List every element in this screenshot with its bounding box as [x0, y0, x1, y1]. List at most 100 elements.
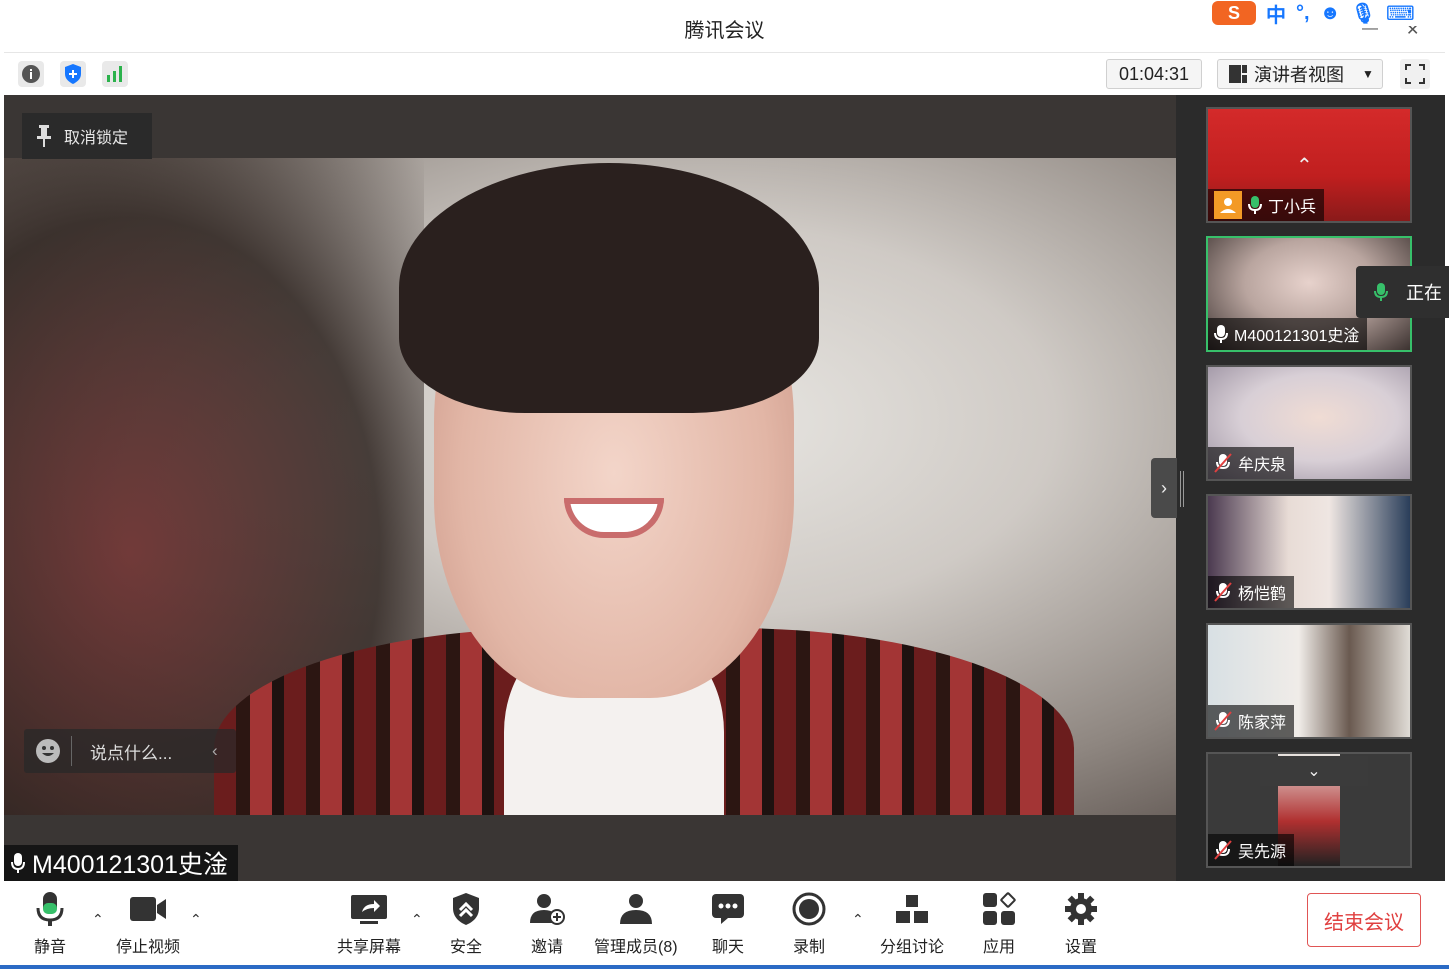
invite-button[interactable]: 邀请: [529, 889, 565, 957]
chevron-up-icon[interactable]: ⌃: [190, 911, 202, 928]
chat-button[interactable]: 聊天: [711, 889, 745, 957]
participant-tile[interactable]: 牟庆泉: [1206, 365, 1412, 481]
taskbar-strip: [0, 965, 1449, 969]
chevron-up-icon[interactable]: ⌃: [1296, 153, 1313, 178]
chevron-up-icon[interactable]: ⌃: [852, 911, 864, 928]
participant-tile[interactable]: ⌃ 丁小兵: [1206, 107, 1412, 223]
view-selector-label: 演讲者视图: [1254, 65, 1344, 85]
keyboard-icon[interactable]: ⌨: [1386, 1, 1415, 26]
participant-name: 牟庆泉: [1238, 457, 1287, 474]
record-label: 录制: [792, 939, 825, 956]
add-user-icon: [530, 894, 565, 925]
sogou-logo-icon: S: [1212, 1, 1256, 25]
members-icon: [619, 894, 652, 924]
chat-input-bar[interactable]: 说点什么... ‹: [24, 729, 236, 773]
participant-tile[interactable]: 杨恺鹤: [1206, 494, 1412, 610]
record-icon: [792, 892, 826, 926]
signal-icon[interactable]: [102, 61, 128, 87]
participant-label: M400121301史淦: [1208, 318, 1368, 350]
participant-name: 杨恺鹤: [1238, 586, 1287, 603]
title-bar: 腾讯会议 — ✕ S 中 °, ☻ 🎙 ⌨: [0, 0, 1449, 52]
meeting-window: 腾讯会议 — ✕ S 中 °, ☻ 🎙 ⌨ 01:04:31 演讲者视图 ▼ 取…: [0, 0, 1449, 969]
stop-video-label: 停止视频: [116, 939, 181, 956]
participant-name: M400121301史淦: [1234, 328, 1360, 345]
settings-button[interactable]: 设置: [1064, 889, 1098, 957]
view-selector[interactable]: 演讲者视图 ▼: [1217, 59, 1383, 89]
participant-name: 吴先源: [1238, 844, 1287, 861]
participant-label: 丁小兵: [1208, 189, 1325, 221]
gear-icon: [1065, 893, 1097, 925]
record-button[interactable]: 录制: [792, 889, 826, 957]
scroll-down-button[interactable]: ⌄: [1260, 756, 1368, 786]
participant-label: 陈家萍: [1208, 705, 1295, 737]
participant-name: 丁小兵: [1268, 199, 1317, 216]
participant-label: 牟庆泉: [1208, 447, 1295, 479]
fullscreen-icon: [1405, 64, 1425, 84]
main-video[interactable]: 取消锁定 说点什么... ‹ M400121301史淦: [4, 95, 1176, 881]
meeting-timer: 01:04:31: [1106, 59, 1202, 89]
participant-tile[interactable]: 陈家萍: [1206, 623, 1412, 739]
chat-input-placeholder[interactable]: 说点什么...: [72, 739, 212, 764]
chevron-up-icon[interactable]: ⌃: [411, 911, 423, 928]
security-shield-icon: [453, 893, 479, 925]
mute-button[interactable]: 静音: [34, 889, 66, 957]
ime-mode[interactable]: 中: [1266, 0, 1286, 28]
chevron-left-icon[interactable]: ‹: [212, 741, 236, 761]
chevron-down-icon: ▼: [1362, 67, 1374, 81]
participant-label: 吴先源: [1208, 834, 1295, 866]
meeting-stage: 取消锁定 说点什么... ‹ M400121301史淦 › ⌃ 丁小兵 M400…: [4, 95, 1445, 881]
unlock-label: 取消锁定: [64, 130, 129, 147]
apps-label: 应用: [982, 939, 1015, 956]
mic-muted-icon: [1214, 453, 1232, 473]
stop-video-button[interactable]: 停止视频: [116, 889, 180, 957]
emoji-icon[interactable]: ☻: [1320, 2, 1341, 25]
punctuation-icon[interactable]: °,: [1296, 2, 1310, 25]
speaker-video-feed: [4, 158, 1176, 815]
speaker-name: M400121301史淦: [32, 851, 228, 879]
apps-button[interactable]: 应用: [982, 889, 1016, 957]
chevron-down-icon: ⌄: [1307, 763, 1321, 780]
breakout-icon: [896, 895, 928, 923]
mic-on-icon: [1248, 196, 1262, 214]
collapse-sidebar-button[interactable]: ›: [1151, 458, 1177, 518]
ime-toolbar[interactable]: S 中 °, ☻ 🎙 ⌨: [1208, 0, 1449, 28]
unlock-pin-button[interactable]: 取消锁定: [22, 113, 152, 159]
share-screen-icon: [351, 895, 387, 924]
meeting-toolbar: 静音 ⌃ 停止视频 ⌃ 共享屏幕 ⌃ 安全 邀请 管理成员(8) 聊天 录制 ⌃…: [4, 881, 1445, 965]
mute-label: 静音: [34, 939, 67, 956]
security-label: 安全: [450, 939, 483, 956]
settings-label: 设置: [1064, 939, 1097, 956]
invite-label: 邀请: [530, 939, 563, 956]
breakout-label: 分组讨论: [880, 939, 945, 956]
shield-icon[interactable]: [60, 61, 86, 87]
chevron-right-icon: ›: [1161, 477, 1167, 498]
info-icon[interactable]: [18, 61, 44, 87]
security-button[interactable]: 安全: [450, 889, 482, 957]
fullscreen-button[interactable]: [1400, 59, 1430, 89]
emoji-icon[interactable]: [24, 736, 72, 766]
info-bar: 01:04:31 演讲者视图 ▼: [4, 52, 1445, 94]
mic-muted-icon: [1214, 582, 1232, 602]
resize-handle[interactable]: [1180, 471, 1184, 507]
mic-icon: [1214, 325, 1228, 343]
manage-members-label: 管理成员(8): [594, 939, 678, 956]
mic-icon: [36, 892, 64, 926]
breakout-rooms-button[interactable]: 分组讨论: [880, 889, 944, 957]
video-hair: [399, 163, 819, 413]
chat-bubble-icon: [712, 894, 744, 924]
manage-members-button[interactable]: 管理成员(8): [594, 889, 678, 957]
chat-label: 聊天: [711, 939, 744, 956]
participant-tile[interactable]: ⌄ 吴先源: [1206, 752, 1412, 868]
share-screen-label: 共享屏幕: [337, 939, 402, 956]
host-avatar-icon: [1214, 191, 1242, 219]
mic-icon: [11, 853, 25, 873]
chevron-up-icon[interactable]: ⌃: [92, 911, 104, 928]
share-screen-button[interactable]: 共享屏幕: [337, 889, 401, 957]
voice-icon[interactable]: 🎙: [1351, 1, 1376, 26]
camera-icon: [130, 897, 166, 921]
mic-muted-icon: [1214, 711, 1232, 731]
mic-muted-icon: [1214, 840, 1232, 860]
speaking-indicator: 正在: [1356, 266, 1449, 318]
end-meeting-button[interactable]: 结束会议: [1307, 893, 1421, 947]
participant-label: 杨恺鹤: [1208, 576, 1295, 608]
